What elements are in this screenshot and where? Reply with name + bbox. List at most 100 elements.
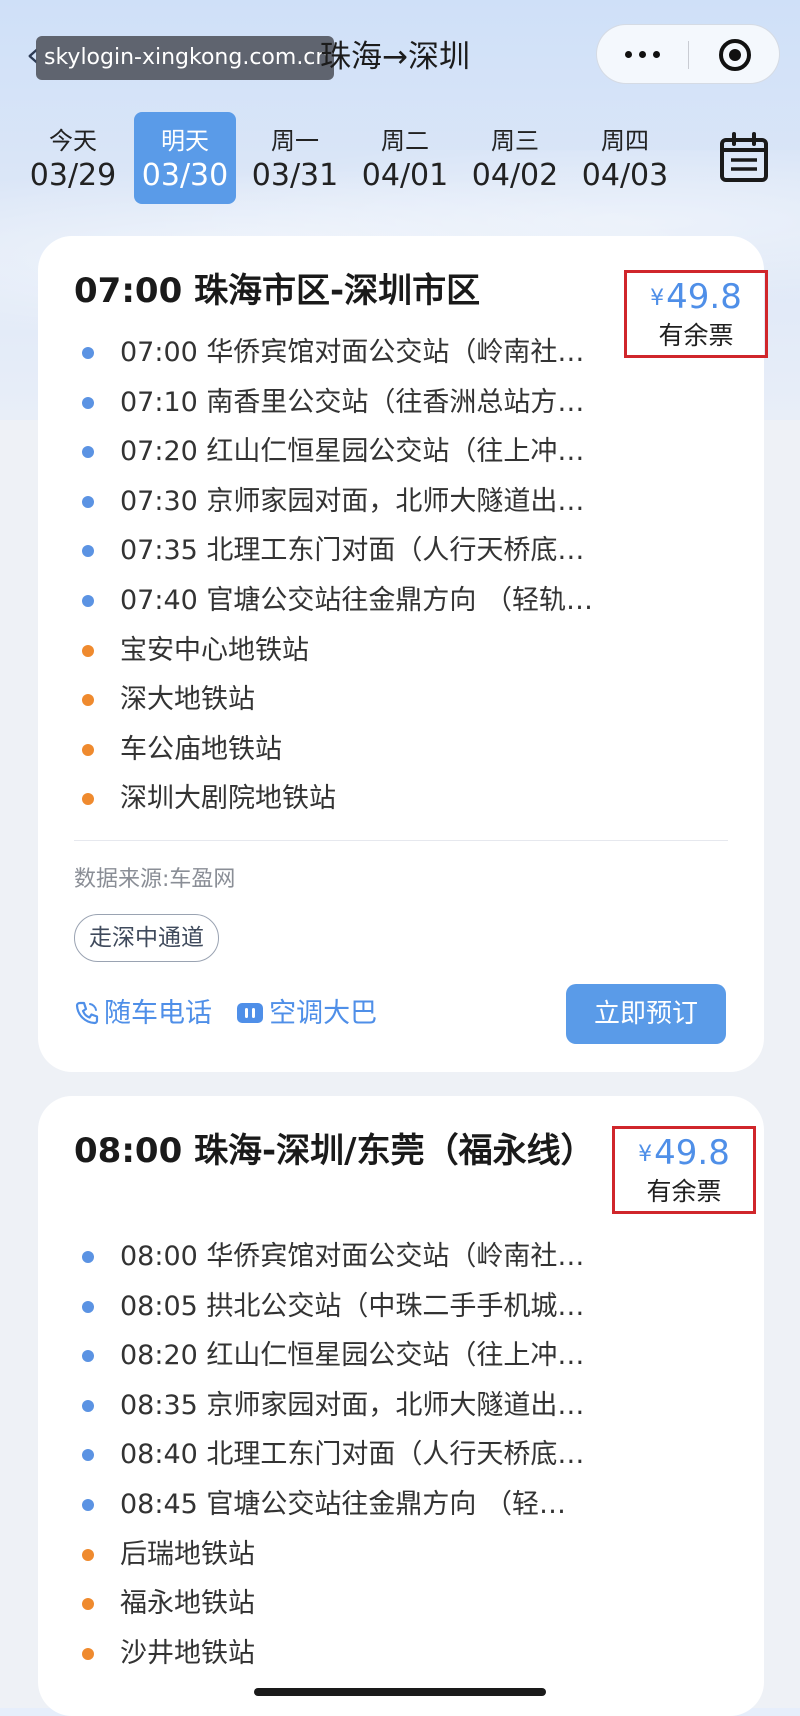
trip-card[interactable]: 07:00 珠海市区-深圳市区 ¥49.8 有余票 07:00 华侨宾馆对面公交… xyxy=(38,236,768,1072)
stop-item: 深圳大剧院地铁站 xyxy=(74,774,674,824)
calendar-icon[interactable] xyxy=(716,130,772,186)
price-highlight-box: ¥49.8 有余票 xyxy=(612,1126,756,1214)
stop-label: 08:40 北理工东门对面（人行天桥底… xyxy=(120,1439,585,1471)
feature-ac-label: 空调大巴 xyxy=(269,998,378,1029)
stop-item: 福永地铁站 xyxy=(74,1579,674,1629)
date-weekday: 今天 xyxy=(49,127,97,155)
stop-item: 07:35 北理工东门对面（人行天桥底… xyxy=(74,526,674,576)
date-weekday: 周三 xyxy=(491,127,539,155)
currency-symbol: ¥ xyxy=(650,286,665,311)
stop-label: 深圳大剧院地铁站 xyxy=(120,783,336,815)
stop-item: 08:05 拱北公交站（中珠二手手机城… xyxy=(74,1282,674,1332)
stop-item: 07:30 京师家园对面，北师大隧道出… xyxy=(74,477,674,527)
date-value: 03/31 xyxy=(251,158,339,193)
data-source: 数据来源:车盈网 xyxy=(74,867,236,892)
stop-label: 福永地铁站 xyxy=(120,1588,255,1620)
date-selector: 今天 03/29 明天 03/30 周一 03/31 周二 04/01 周三 0… xyxy=(22,112,682,206)
close-button[interactable] xyxy=(689,25,780,83)
stop-dot xyxy=(82,793,94,806)
stop-list: 08:00 华侨宾馆对面公交站（岭南社… 08:05 拱北公交站（中珠二手手机城… xyxy=(74,1232,674,1678)
trip-card[interactable]: 08:00 珠海-深圳/东莞（福永线） ¥49.8 有余票 08:00 华侨宾馆… xyxy=(38,1096,764,1716)
navigation-bar: ‹ skylogin-xingkong.com.cn 珠海→深圳 xyxy=(0,0,800,110)
book-now-button[interactable]: 立即预订 xyxy=(566,984,726,1044)
price-value: 49.8 xyxy=(654,1133,730,1173)
date-value: 04/03 xyxy=(581,158,669,193)
stop-item: 宝安中心地铁站 xyxy=(74,626,674,676)
stop-label: 07:35 北理工东门对面（人行天桥底… xyxy=(120,535,585,567)
stop-item: 后瑞地铁站 xyxy=(74,1530,674,1580)
stop-label: 08:45 官塘公交站往金鼎方向 （轻… xyxy=(120,1488,566,1520)
stop-dot xyxy=(82,396,94,409)
date-value: 04/01 xyxy=(361,158,449,193)
feature-list: 随车电话 空调大巴 xyxy=(74,992,395,1036)
stop-label: 08:00 华侨宾馆对面公交站（岭南社… xyxy=(120,1241,585,1272)
date-tab-monday[interactable]: 周一 03/31 xyxy=(244,112,346,204)
stop-dot xyxy=(82,1548,94,1561)
close-circle-dot xyxy=(729,49,741,61)
date-tab-today[interactable]: 今天 03/29 xyxy=(22,112,124,204)
page-title: 珠海→深圳 xyxy=(320,39,470,75)
stop-label: 车公庙地铁站 xyxy=(120,733,282,765)
stop-label: 沙井地铁站 xyxy=(120,1637,255,1669)
feature-ac: 空调大巴 xyxy=(235,992,377,1040)
stop-label: 07:40 官塘公交站往金鼎方向 （轻轨… xyxy=(120,584,593,616)
date-tab-tomorrow[interactable]: 明天 03/30 xyxy=(134,112,236,204)
date-tab-wednesday[interactable]: 周三 04/02 xyxy=(464,112,566,204)
stop-dot xyxy=(82,1399,94,1412)
stop-label: 07:20 红山仁恒星园公交站（往上冲… xyxy=(120,436,585,468)
stop-item: 深大地铁站 xyxy=(74,675,674,725)
stop-dot xyxy=(82,446,94,459)
date-weekday: 周四 xyxy=(601,127,649,155)
stop-list: 07:00 华侨宾馆对面公交站（岭南社… 07:10 南香里公交站（往香洲总站方… xyxy=(74,328,674,824)
route-tag: 走深中通道 xyxy=(74,914,219,962)
stop-dot xyxy=(82,495,94,508)
date-tab-thursday[interactable]: 周四 04/03 xyxy=(574,112,676,204)
feature-phone: 随车电话 xyxy=(74,992,212,1040)
trip-title: 07:00 珠海市区-深圳市区 xyxy=(74,271,481,311)
stop-item: 07:10 南香里公交站（往香洲总站方… xyxy=(74,378,674,428)
stop-label: 07:30 京师家园对面，北师大隧道出… xyxy=(120,485,585,517)
date-value: 03/30 xyxy=(141,158,229,193)
stop-label: 宝安中心地铁站 xyxy=(120,634,309,666)
stop-dot xyxy=(82,594,94,607)
date-weekday: 周二 xyxy=(381,127,429,155)
stop-label: 07:10 南香里公交站（往香洲总站方… xyxy=(120,386,585,418)
stop-label: 08:20 红山仁恒星园公交站（往上冲… xyxy=(120,1340,585,1372)
price: ¥49.8 xyxy=(615,1133,753,1175)
stop-item: 车公庙地铁站 xyxy=(74,725,674,775)
stop-item: 08:00 华侨宾馆对面公交站（岭南社… xyxy=(74,1232,674,1282)
trip-title: 08:00 珠海-深圳/东莞（福永线） xyxy=(74,1131,595,1171)
date-tab-tuesday[interactable]: 周二 04/01 xyxy=(354,112,456,204)
stop-dot xyxy=(82,1350,94,1363)
more-dots-icon xyxy=(625,51,632,58)
stop-dot xyxy=(82,743,94,756)
ac-icon xyxy=(235,996,265,1040)
stop-dot xyxy=(82,1449,94,1462)
price: ¥49.8 xyxy=(627,277,765,319)
stop-item: 08:35 京师家园对面，北师大隧道出… xyxy=(74,1381,674,1431)
availability-status: 有余票 xyxy=(646,1177,722,1206)
stop-item: 07:40 官塘公交站往金鼎方向 （轻轨… xyxy=(74,576,674,626)
mini-program-capsule xyxy=(596,24,780,84)
date-weekday: 周一 xyxy=(271,127,319,155)
stop-item: 08:45 官塘公交站往金鼎方向 （轻… xyxy=(74,1480,674,1530)
stop-item: 07:00 华侨宾馆对面公交站（岭南社… xyxy=(74,328,674,378)
stop-dot xyxy=(82,545,94,558)
stop-item: 沙井地铁站 xyxy=(74,1629,674,1679)
more-button[interactable] xyxy=(597,25,688,83)
date-weekday: 明天 xyxy=(161,127,209,155)
stop-label: 07:00 华侨宾馆对面公交站（岭南社… xyxy=(120,337,585,368)
stop-dot xyxy=(82,1300,94,1313)
currency-symbol: ¥ xyxy=(638,1142,653,1167)
stop-dot xyxy=(82,694,94,707)
stop-label: 后瑞地铁站 xyxy=(120,1538,255,1570)
more-dots-icon xyxy=(653,51,660,58)
stop-dot xyxy=(82,1498,94,1511)
stop-item: 07:20 红山仁恒星园公交站（往上冲… xyxy=(74,427,674,477)
stop-label: 08:35 京师家园对面，北师大隧道出… xyxy=(120,1389,585,1421)
stop-dot xyxy=(82,1251,94,1263)
price-value: 49.8 xyxy=(666,277,742,317)
stop-item: 08:40 北理工东门对面（人行天桥底… xyxy=(74,1430,674,1480)
date-value: 04/02 xyxy=(471,158,559,193)
stop-label: 08:05 拱北公交站（中珠二手手机城… xyxy=(120,1290,585,1322)
